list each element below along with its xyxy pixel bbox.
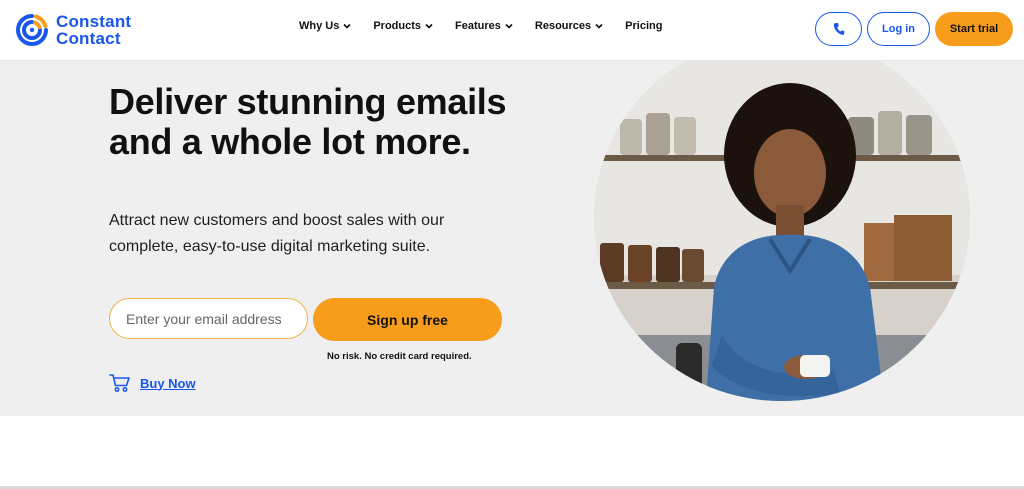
buy-now-link[interactable]: Buy Now: [109, 373, 196, 393]
start-trial-button[interactable]: Start trial: [935, 12, 1013, 46]
concentric-arc-logo-icon: [16, 14, 48, 46]
phone-icon: [833, 23, 844, 35]
nav-item-pricing[interactable]: Pricing: [625, 20, 662, 32]
nav-item-features[interactable]: Features: [455, 20, 513, 32]
buy-now-label: Buy Now: [140, 375, 196, 391]
sign-up-free-button[interactable]: Sign up free: [313, 298, 502, 341]
nav-item-label: Pricing: [625, 20, 663, 32]
email-input[interactable]: [109, 298, 308, 339]
chevron-down-icon: [505, 23, 513, 29]
nav-item-products[interactable]: Products: [373, 20, 433, 32]
nav-item-label: Why Us: [299, 20, 340, 32]
main-nav: Why Us Products Features Resources Prici…: [299, 20, 684, 32]
hero-section: Deliver stunning emails and a whole lot …: [0, 61, 1024, 416]
brand-name: Constant Contact: [56, 13, 131, 47]
hero-headline: Deliver stunning emails and a whole lot …: [109, 81, 507, 162]
nav-item-label: Products: [373, 20, 422, 32]
nav-item-label: Resources: [534, 20, 592, 32]
login-button[interactable]: Log in: [867, 12, 930, 46]
chevron-down-icon: [425, 23, 433, 29]
brand-logo[interactable]: Constant Contact: [14, 10, 131, 50]
nav-item-label: Features: [455, 20, 501, 32]
chevron-down-icon: [343, 23, 351, 29]
call-button[interactable]: [815, 12, 862, 46]
hero-subtext: Attract new customers and boost sales wi…: [109, 212, 445, 255]
hero-photo: [594, 61, 970, 401]
nav-item-resources[interactable]: Resources: [535, 20, 603, 32]
site-header: Constant Contact Why Us Products Feature…: [0, 0, 1024, 61]
no-risk-disclaimer: No risk. No credit card required.: [327, 351, 472, 362]
shopping-cart-icon: [109, 374, 130, 392]
brand-name-line2: Contact: [56, 29, 121, 48]
chevron-down-icon: [595, 23, 603, 29]
brand-name-line1: Constant: [56, 12, 132, 31]
nav-item-why-us[interactable]: Why Us: [299, 20, 351, 32]
